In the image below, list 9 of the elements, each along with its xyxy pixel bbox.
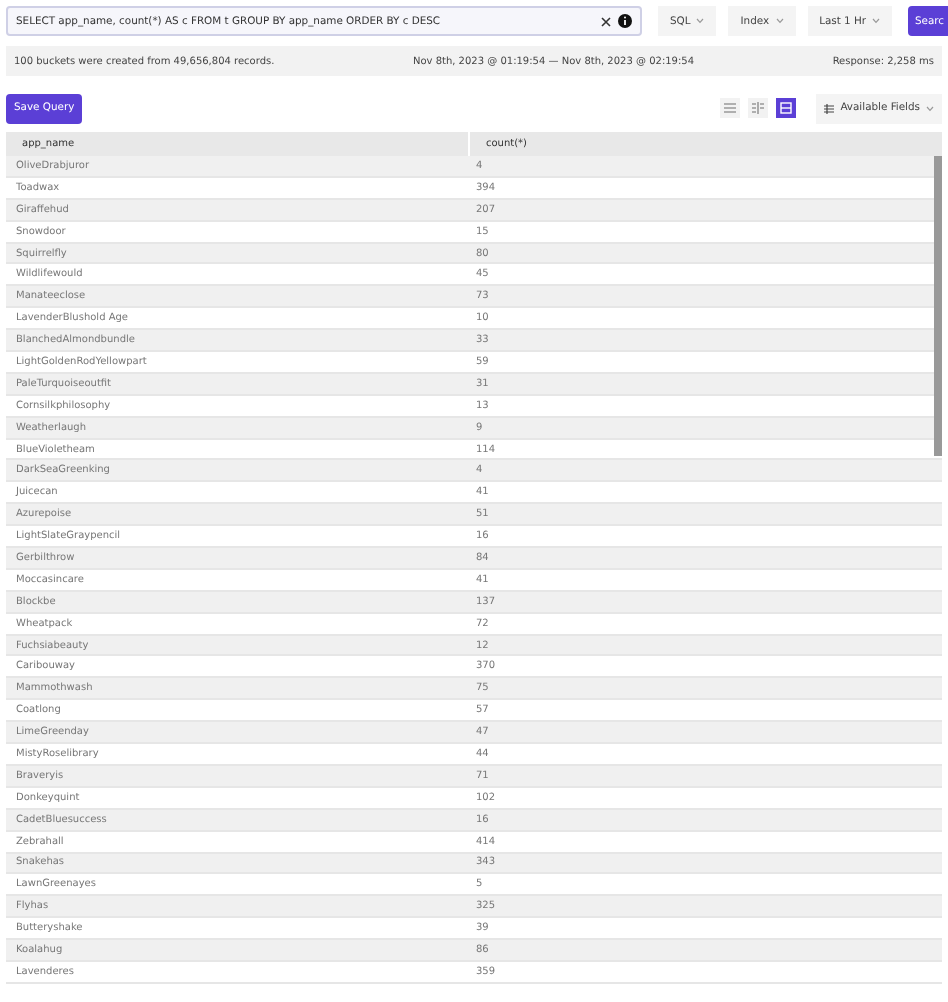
- caret-icon: [775, 18, 784, 24]
- info-icon[interactable]: [618, 14, 632, 28]
- scrollbar[interactable]: [934, 156, 942, 456]
- clear-icon[interactable]: [600, 15, 612, 27]
- caret-icon: [696, 18, 705, 24]
- caret-icon: [926, 105, 934, 111]
- fields-icon: [824, 103, 835, 113]
- caret-icon: [872, 18, 880, 24]
- table-view-button[interactable]: [776, 98, 797, 118]
